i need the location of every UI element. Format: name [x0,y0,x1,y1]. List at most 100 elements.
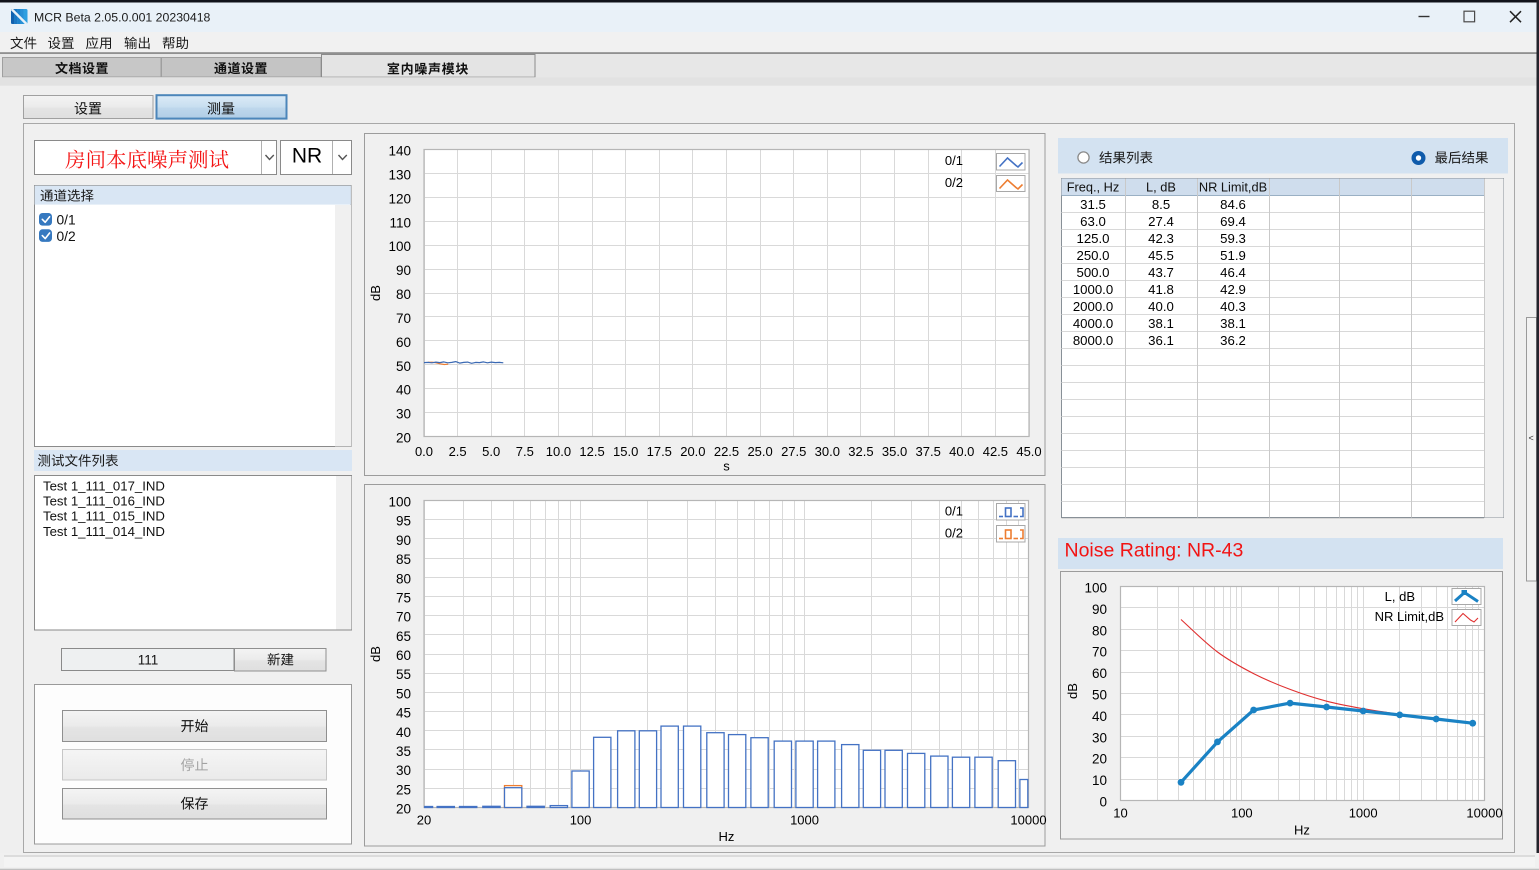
svg-text:15.0: 15.0 [613,444,638,459]
svg-text:dB: dB [1065,683,1080,699]
svg-text:80: 80 [396,287,411,302]
svg-text:17.5: 17.5 [647,444,672,459]
svg-text:31.5: 31.5 [1080,197,1106,212]
svg-text:NR Limit,dB: NR Limit,dB [1375,609,1444,624]
svg-text:0/1: 0/1 [57,213,76,228]
svg-text:59.3: 59.3 [1220,231,1246,246]
svg-text:8000.0: 8000.0 [1073,333,1113,348]
svg-text:0/2: 0/2 [945,175,963,190]
svg-text:27.4: 27.4 [1148,214,1174,229]
svg-text:125.0: 125.0 [1076,231,1109,246]
svg-text:80: 80 [1092,623,1107,638]
svg-text:55: 55 [396,667,411,682]
svg-text:2000.0: 2000.0 [1073,299,1113,314]
svg-text:43.7: 43.7 [1148,265,1174,280]
svg-text:L, dB: L, dB [1385,589,1415,604]
svg-text:100: 100 [1084,581,1107,596]
svg-text:35.0: 35.0 [882,444,907,459]
svg-text:0: 0 [1099,795,1107,810]
svg-text:dB: dB [368,285,383,301]
svg-text:41.8: 41.8 [1148,282,1174,297]
svg-text:2.5: 2.5 [449,444,467,459]
svg-text:50: 50 [396,686,411,701]
svg-text:4000.0: 4000.0 [1073,316,1113,331]
svg-text:70: 70 [396,610,411,625]
svg-text:75: 75 [396,590,411,605]
svg-text:30: 30 [396,763,411,778]
svg-text:90: 90 [396,533,411,548]
svg-text:Freq., Hz: Freq., Hz [1067,180,1120,195]
svg-text:45.0: 45.0 [1016,444,1041,459]
svg-text:95: 95 [396,514,411,529]
svg-text:51.9: 51.9 [1220,248,1246,263]
svg-text:100: 100 [1231,806,1253,821]
svg-text:65: 65 [396,629,411,644]
svg-text:100: 100 [388,239,411,254]
svg-text:Test 1_111_014_IND: Test 1_111_014_IND [43,524,165,539]
svg-text:5.0: 5.0 [482,444,500,459]
svg-text:140: 140 [388,144,411,159]
svg-text:60: 60 [396,335,411,350]
svg-text:110: 110 [389,215,411,230]
svg-text:8.5: 8.5 [1152,197,1170,212]
svg-text:50: 50 [1092,688,1107,703]
svg-text:46.4: 46.4 [1220,265,1246,280]
svg-text:27.5: 27.5 [781,444,806,459]
svg-text:Hz: Hz [719,829,735,844]
svg-text:30: 30 [1092,730,1107,745]
svg-text:36.1: 36.1 [1148,333,1174,348]
svg-text:22.5: 22.5 [714,444,739,459]
svg-text:s: s [723,459,730,474]
svg-text:38.1: 38.1 [1220,316,1246,331]
svg-text:10.0: 10.0 [546,444,571,459]
svg-text:20: 20 [396,431,411,446]
svg-text:Noise Rating: NR-43: Noise Rating: NR-43 [1065,540,1244,562]
svg-text:25: 25 [396,782,411,797]
svg-text:0/2: 0/2 [945,526,963,541]
svg-text:42.5: 42.5 [983,444,1008,459]
svg-text:500.0: 500.0 [1076,265,1109,280]
svg-text:Hz: Hz [1294,823,1310,838]
svg-text:45: 45 [396,706,411,721]
svg-text:84.6: 84.6 [1220,197,1246,212]
svg-text:0/1: 0/1 [945,153,963,168]
svg-text:60: 60 [396,648,411,663]
svg-text:Test 1_111_015_IND: Test 1_111_015_IND [43,509,165,524]
svg-text:69.4: 69.4 [1220,214,1246,229]
svg-text:20.0: 20.0 [680,444,705,459]
svg-text:10: 10 [1092,773,1107,788]
svg-text:42.3: 42.3 [1148,231,1174,246]
svg-text:60: 60 [1092,666,1107,681]
svg-text:20: 20 [417,813,431,828]
svg-text:L, dB: L, dB [1146,180,1176,195]
svg-text:40.3: 40.3 [1220,299,1246,314]
svg-text:250.0: 250.0 [1076,248,1109,263]
svg-text:20: 20 [1092,752,1107,767]
svg-text:36.2: 36.2 [1220,333,1246,348]
svg-text:90: 90 [396,263,411,278]
svg-text:111: 111 [138,653,159,668]
svg-text:50: 50 [396,359,411,374]
svg-text:20: 20 [396,802,411,817]
svg-text:Test 1_111_017_IND: Test 1_111_017_IND [43,479,165,494]
svg-text:30: 30 [396,407,411,422]
svg-text:40: 40 [396,383,411,398]
svg-text:7.5: 7.5 [516,444,534,459]
svg-text:70: 70 [396,311,411,326]
svg-text:63.0: 63.0 [1080,214,1106,229]
svg-text:45.5: 45.5 [1148,248,1174,263]
svg-text:NR Limit,dB: NR Limit,dB [1199,180,1267,195]
svg-text:40: 40 [1092,709,1107,724]
svg-text:100: 100 [570,813,592,828]
svg-text:NR: NR [292,145,322,168]
svg-text:38.1: 38.1 [1148,316,1174,331]
svg-text:30.0: 30.0 [815,444,840,459]
svg-text:25.0: 25.0 [747,444,772,459]
svg-text:Test 1_111_016_IND: Test 1_111_016_IND [43,494,165,509]
svg-text:dB: dB [368,646,383,662]
svg-text:40.0: 40.0 [949,444,974,459]
svg-text:10: 10 [1113,806,1127,821]
svg-text:37.5: 37.5 [916,444,941,459]
svg-text:40.0: 40.0 [1148,299,1174,314]
svg-text:70: 70 [1092,645,1107,660]
